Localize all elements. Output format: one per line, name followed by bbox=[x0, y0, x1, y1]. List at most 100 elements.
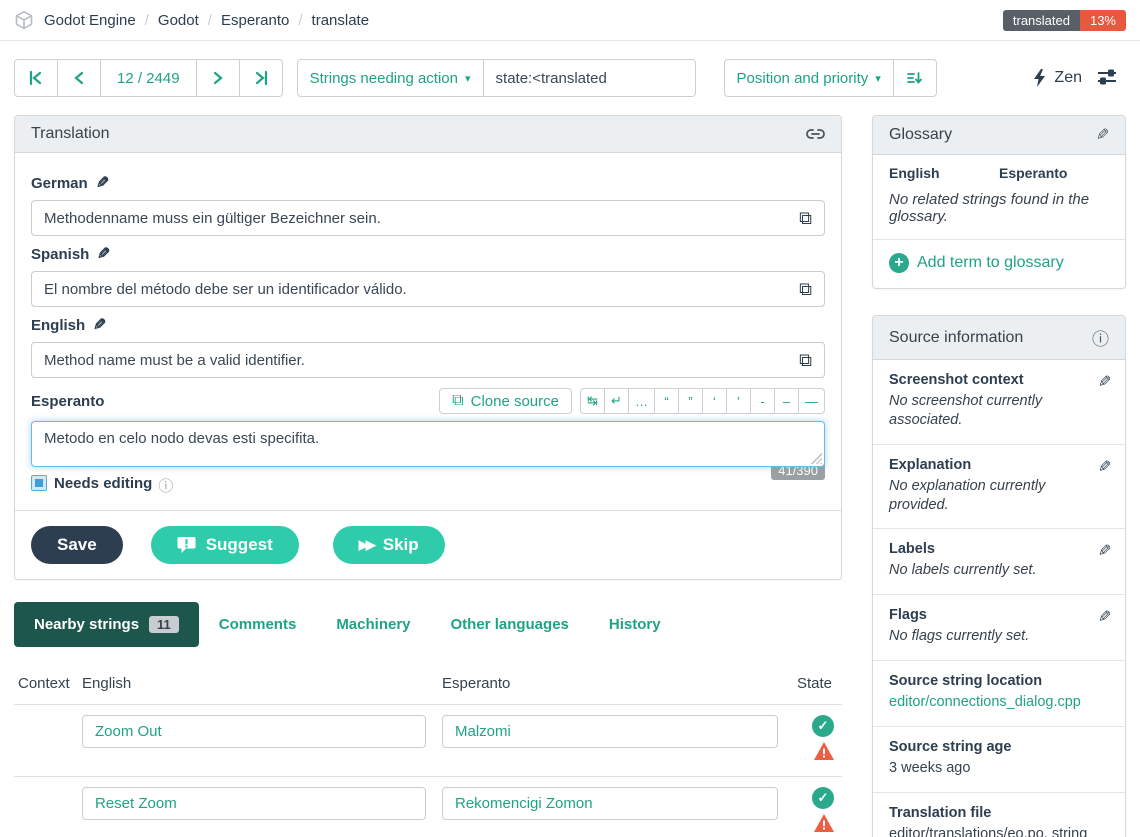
source-info-section: ExplanationNo explanation currently prov… bbox=[873, 445, 1125, 530]
english-string-link[interactable]: Zoom Out bbox=[82, 715, 426, 748]
permalink-icon[interactable] bbox=[806, 128, 825, 140]
special-char-button[interactable]: ” bbox=[678, 388, 703, 414]
breadcrumb-separator: / bbox=[298, 12, 302, 29]
clone-icon: ⧉ bbox=[452, 392, 463, 410]
badge-value: 13% bbox=[1080, 10, 1126, 31]
source-info-title: Explanation bbox=[889, 457, 1109, 473]
tab-comments[interactable]: Comments bbox=[199, 602, 317, 647]
tab-nearby-strings[interactable]: Nearby strings11 bbox=[14, 602, 199, 647]
pagination-group: 12 / 2449 bbox=[14, 59, 283, 97]
previous-page-button[interactable] bbox=[57, 59, 101, 97]
source-info-text: No screenshot currently associated. bbox=[889, 392, 1109, 430]
settings-sliders-icon[interactable] bbox=[1096, 68, 1118, 88]
breadcrumb-project[interactable]: Godot Engine bbox=[44, 12, 136, 29]
special-char-button[interactable]: … bbox=[628, 388, 655, 414]
source-information-panel: Source information ⓘ Screenshot contextN… bbox=[872, 315, 1126, 837]
table-header: Context English Esperanto State bbox=[14, 667, 842, 704]
edit-language-icon[interactable]: ✎ bbox=[96, 173, 109, 193]
special-char-button[interactable]: ↹ bbox=[580, 388, 605, 414]
table-row: Zoom OutMalzomi✓ bbox=[14, 704, 842, 776]
copy-text-button[interactable]: ⧉ bbox=[799, 280, 812, 298]
special-char-button[interactable]: ‘ bbox=[702, 388, 727, 414]
special-char-button[interactable]: — bbox=[798, 388, 825, 414]
special-char-button[interactable]: “ bbox=[654, 388, 679, 414]
package-logo-icon bbox=[14, 10, 34, 30]
language-name: English bbox=[31, 317, 85, 334]
sort-dropdown-button[interactable]: Position and priority▾ bbox=[724, 59, 894, 97]
target-language-label: Esperanto bbox=[31, 393, 104, 410]
source-location-link[interactable]: editor/connections_dialog.cpp bbox=[889, 693, 1109, 712]
tab-history[interactable]: History bbox=[589, 602, 681, 647]
tab-label: Comments bbox=[219, 616, 297, 633]
edit-section-icon[interactable]: ✎ bbox=[1098, 541, 1111, 561]
first-page-button[interactable] bbox=[14, 59, 58, 97]
zen-mode-button[interactable]: Zen bbox=[1033, 69, 1082, 87]
source-text-field: Method name must be a valid identifier.⧉ bbox=[31, 342, 825, 378]
add-term-to-glossary-button[interactable]: + Add term to glossary bbox=[873, 240, 1125, 288]
source-text: Methodenname muss ein gültiger Bezeichne… bbox=[44, 210, 381, 227]
action-buttons: Save Suggest ▶▶ Skip bbox=[15, 510, 841, 579]
source-info-text: 3 weeks ago bbox=[889, 759, 1109, 778]
source-info-text: No labels currently set. bbox=[889, 561, 1109, 580]
edit-section-icon[interactable]: ✎ bbox=[1098, 607, 1111, 627]
special-char-button[interactable]: - bbox=[750, 388, 775, 414]
resize-handle[interactable] bbox=[811, 453, 822, 464]
save-button[interactable]: Save bbox=[31, 526, 123, 564]
special-char-button[interactable]: ↵ bbox=[604, 388, 629, 414]
glossary-columns: English Esperanto bbox=[873, 155, 1125, 183]
state-cell: ✓ bbox=[794, 787, 838, 832]
sort-direction-button[interactable] bbox=[893, 59, 937, 97]
esperanto-string-link[interactable]: Rekomencigi Zomon bbox=[442, 787, 778, 820]
edit-glossary-icon[interactable]: ✎ bbox=[1096, 125, 1109, 145]
english-string-link[interactable]: Reset Zoom bbox=[82, 787, 426, 820]
breadcrumb-language[interactable]: Esperanto bbox=[221, 12, 289, 29]
next-page-button[interactable] bbox=[196, 59, 240, 97]
translation-editor[interactable]: Metodo en celo nodo devas esti specifita… bbox=[31, 421, 825, 467]
source-info-title: Translation file bbox=[889, 805, 1109, 821]
edit-language-icon[interactable]: ✎ bbox=[93, 315, 106, 335]
copy-text-button[interactable]: ⧉ bbox=[799, 351, 812, 369]
source-text: El nombre del método debe ser un identif… bbox=[44, 281, 407, 298]
suggest-button[interactable]: Suggest bbox=[151, 526, 299, 564]
tab-label: Other languages bbox=[451, 616, 569, 633]
special-char-button[interactable]: – bbox=[774, 388, 799, 414]
filter-dropdown-button[interactable]: Strings needing action▾ bbox=[297, 59, 484, 97]
translated-progress-badge: translated 13% bbox=[1003, 10, 1126, 31]
needs-editing-checkbox[interactable] bbox=[31, 475, 47, 491]
special-char-button[interactable]: ’ bbox=[726, 388, 751, 414]
edit-section-icon[interactable]: ✎ bbox=[1098, 372, 1111, 392]
language-label: English ✎ bbox=[31, 315, 825, 335]
warning-icon bbox=[814, 814, 834, 832]
glossary-column-esperanto: Esperanto bbox=[999, 165, 1109, 181]
source-info-title: Flags bbox=[889, 607, 1109, 623]
plus-circle-icon: + bbox=[889, 253, 909, 273]
last-page-button[interactable] bbox=[239, 59, 283, 97]
esperanto-cell: Malzomi bbox=[442, 715, 794, 748]
info-circle-icon[interactable]: ⓘ bbox=[1092, 325, 1109, 350]
source-info-section: Translation file editor/translations/eo.p… bbox=[873, 793, 1125, 837]
source-info-section: FlagsNo flags currently set.✎ bbox=[873, 595, 1125, 661]
warning-icon bbox=[814, 742, 834, 760]
skip-button[interactable]: ▶▶ Skip bbox=[333, 526, 445, 564]
panel-title: Source information bbox=[889, 329, 1023, 347]
edit-section-icon[interactable]: ✎ bbox=[1098, 457, 1111, 477]
edit-language-icon[interactable]: ✎ bbox=[97, 244, 110, 264]
glossary-empty-message: No related strings found in the glossary… bbox=[873, 183, 1125, 240]
breadcrumb-page[interactable]: translate bbox=[312, 12, 370, 29]
esperanto-string-link[interactable]: Malzomi bbox=[442, 715, 778, 748]
tab-machinery[interactable]: Machinery bbox=[316, 602, 430, 647]
tab-other-languages[interactable]: Other languages bbox=[431, 602, 589, 647]
skip-forward-icon: ▶▶ bbox=[359, 537, 373, 553]
info-icon[interactable]: ⓘ bbox=[158, 475, 173, 496]
source-info-text: editor/translations/eo.po, string 169 bbox=[889, 825, 1109, 837]
clone-source-button[interactable]: ⧉ Clone source bbox=[439, 388, 572, 414]
badge-label: translated bbox=[1003, 10, 1080, 31]
lightning-icon bbox=[1033, 69, 1046, 87]
search-query-input[interactable] bbox=[484, 59, 696, 97]
copy-text-button[interactable]: ⧉ bbox=[799, 209, 812, 227]
glossary-column-english: English bbox=[889, 165, 999, 181]
breadcrumb-component[interactable]: Godot bbox=[158, 12, 199, 29]
language-name: Spanish bbox=[31, 246, 89, 263]
chevron-down-icon: ▾ bbox=[465, 72, 471, 85]
source-info-section: Screenshot contextNo screenshot currentl… bbox=[873, 360, 1125, 445]
